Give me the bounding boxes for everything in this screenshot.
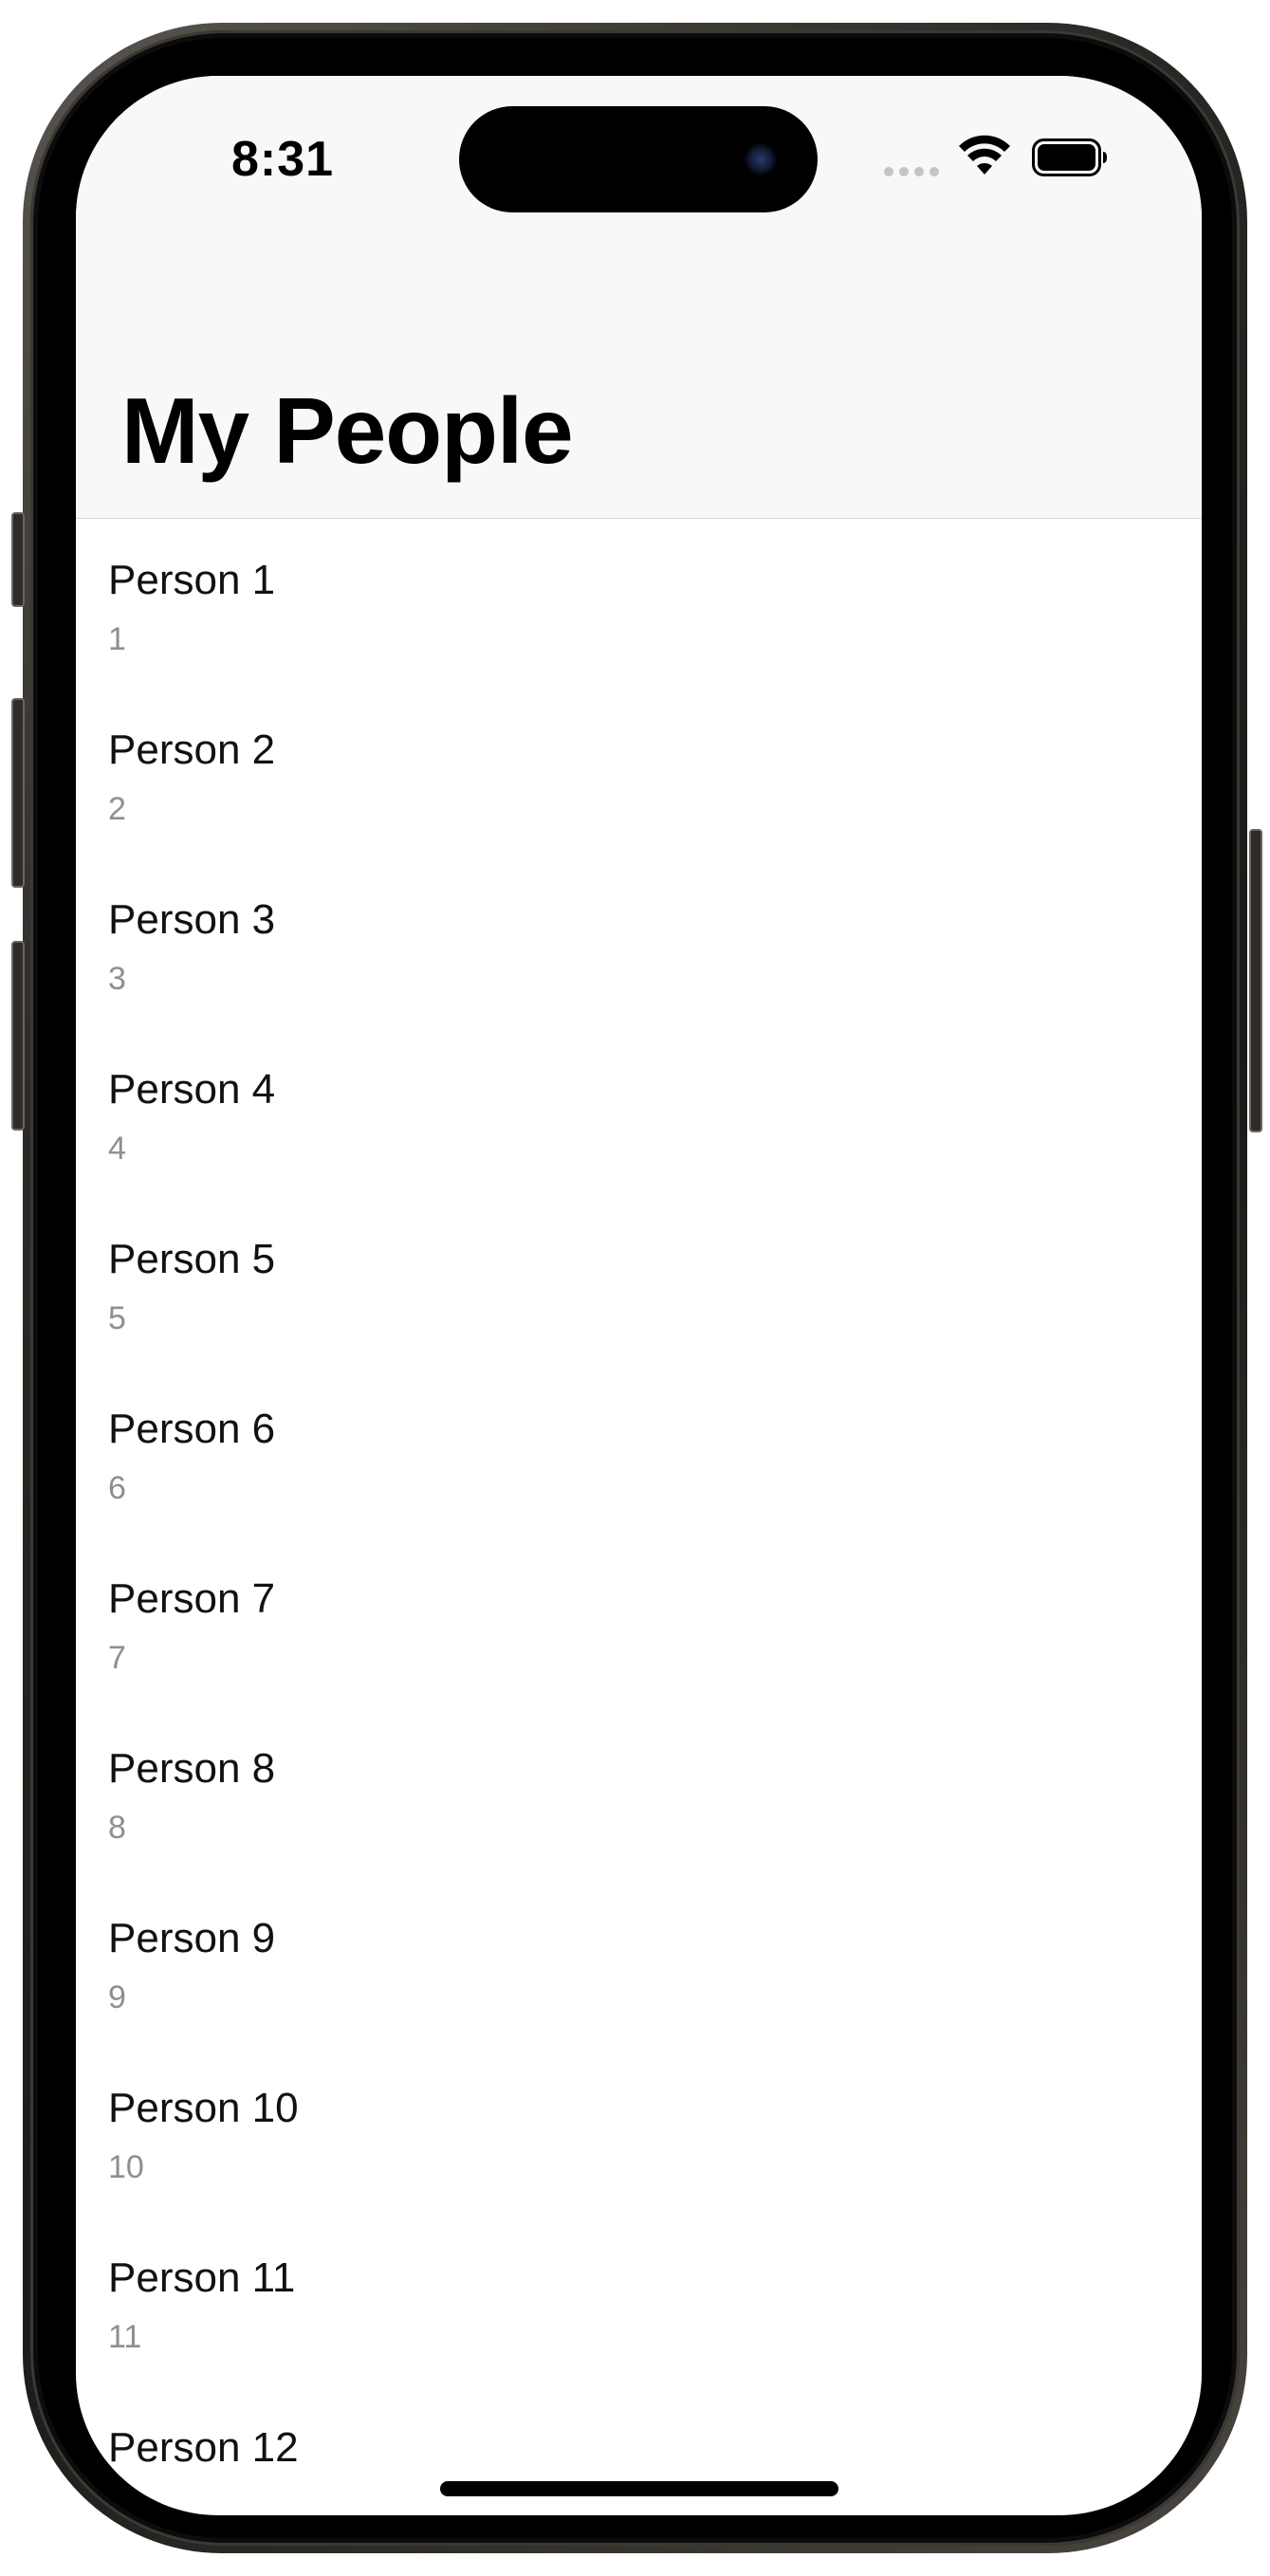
person-number: 3 (108, 961, 126, 997)
person-name: Person 9 (108, 1915, 276, 1961)
dynamic-island (459, 106, 818, 212)
person-name: Person 7 (108, 1575, 276, 1622)
wifi-icon (959, 135, 1010, 175)
battery-icon (1032, 138, 1107, 176)
person-number: 9 (108, 1979, 126, 2015)
person-name: Person 11 (108, 2254, 296, 2301)
person-name: Person 2 (108, 727, 276, 773)
person-number: 11 (108, 2319, 142, 2355)
list-item[interactable]: Person 1 1 (76, 519, 1202, 689)
list-item[interactable]: Person 8 8 (76, 1707, 1202, 1877)
person-number: 4 (108, 1131, 126, 1167)
list-item[interactable]: Person 11 11 (76, 2217, 1202, 2386)
person-name: Person 1 (108, 557, 276, 603)
list-item[interactable]: Person 4 4 (76, 1028, 1202, 1198)
side-button (1249, 829, 1262, 1132)
action-button (11, 512, 25, 607)
signal-dots-icon (884, 167, 939, 176)
person-number: 5 (108, 1300, 126, 1336)
screen: 8:31 My People Person 1 1 Person 2 2 Per… (76, 76, 1202, 2515)
person-name: Person 8 (108, 1745, 276, 1792)
person-number: 7 (108, 1640, 126, 1676)
status-time: 8:31 (231, 132, 335, 187)
list-item[interactable]: Person 3 3 (76, 858, 1202, 1028)
list-item[interactable]: Person 6 6 (76, 1368, 1202, 1537)
page-title: My People (121, 378, 574, 483)
volume-up-button (11, 698, 25, 888)
person-name: Person 12 (108, 2424, 299, 2471)
list-item[interactable]: Person 2 2 (76, 689, 1202, 858)
list-item[interactable]: Person 7 7 (76, 1537, 1202, 1707)
person-name: Person 5 (108, 1236, 276, 1282)
person-number: 2 (108, 791, 126, 827)
home-indicator[interactable] (440, 2481, 838, 2496)
person-number: 8 (108, 1810, 126, 1846)
person-name: Person 10 (108, 2085, 299, 2131)
person-number: 6 (108, 1470, 126, 1506)
person-name: Person 6 (108, 1406, 276, 1452)
list-item[interactable]: Person 10 10 (76, 2047, 1202, 2217)
front-camera-icon (744, 142, 778, 176)
navigation-header: 8:31 My People (76, 76, 1202, 519)
person-number: 1 (108, 621, 126, 657)
list-item[interactable]: Person 5 5 (76, 1198, 1202, 1368)
volume-down-button (11, 941, 25, 1131)
list-item[interactable]: Person 9 9 (76, 1877, 1202, 2047)
person-name: Person 3 (108, 896, 276, 943)
person-name: Person 4 (108, 1066, 276, 1113)
person-number: 10 (108, 2149, 144, 2185)
people-list: Person 1 1 Person 2 2 Person 3 3 Person … (76, 519, 1202, 2515)
